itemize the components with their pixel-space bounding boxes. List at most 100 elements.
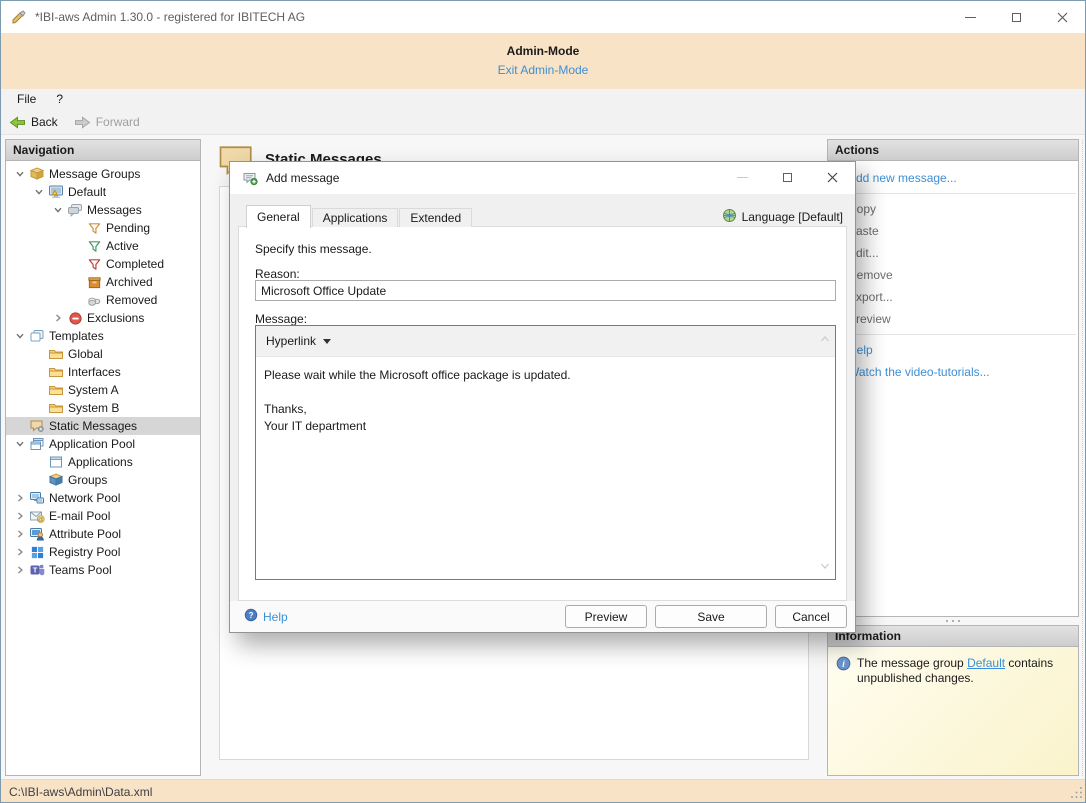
messages-icon	[66, 202, 84, 218]
close-button[interactable]	[1039, 1, 1085, 33]
scroll-down-icon[interactable]	[820, 559, 830, 573]
information-panel: Information i The message group Default …	[827, 617, 1079, 776]
reason-input[interactable]	[255, 280, 836, 301]
chevron-right-icon[interactable]	[12, 565, 28, 575]
dialog-minimize-button[interactable]	[720, 162, 765, 193]
nav-item-applications[interactable]: Applications	[6, 453, 200, 471]
nav-item-application-pool[interactable]: Application Pool	[6, 435, 200, 453]
nav-item-active[interactable]: Active	[6, 237, 200, 255]
nav-item-pending[interactable]: Pending	[6, 219, 200, 237]
language-label: Language [Default]	[742, 210, 843, 224]
panel-edge-splitter[interactable]	[1082, 139, 1083, 776]
svg-text:@: @	[38, 517, 43, 523]
back-label: Back	[31, 115, 58, 129]
actions-header: Actions	[827, 139, 1079, 161]
language-selector[interactable]: Language [Default]	[722, 208, 843, 226]
scroll-up-icon[interactable]	[820, 332, 830, 346]
nav-item-message-groups[interactable]: Message Groups	[6, 165, 200, 183]
chevron-right-icon[interactable]	[12, 529, 28, 539]
action-edit[interactable]: Edit...	[828, 242, 1078, 264]
back-arrow-icon	[9, 115, 26, 130]
save-button[interactable]: Save	[655, 605, 767, 628]
minimize-icon	[965, 17, 976, 18]
templates-icon	[28, 328, 46, 344]
dialog-maximize-button[interactable]	[765, 162, 810, 193]
nav-item-email-pool[interactable]: @ E-mail Pool	[6, 507, 200, 525]
action-export[interactable]: Export...	[828, 286, 1078, 308]
dialog-help-link[interactable]: ? Help	[244, 608, 288, 625]
nav-item-registry-pool[interactable]: Registry Pool	[6, 543, 200, 561]
help-icon: ?	[244, 608, 258, 625]
forward-arrow-icon	[74, 115, 91, 130]
action-add-new-message[interactable]: Add new message...	[828, 167, 1078, 189]
menu-file[interactable]: File	[7, 89, 46, 110]
message-text[interactable]: Please wait while the Microsoft office p…	[256, 357, 835, 435]
nav-item-exclusions[interactable]: Exclusions	[6, 309, 200, 327]
nav-item-teams-pool[interactable]: T Teams Pool	[6, 561, 200, 579]
forward-button[interactable]: Forward	[66, 110, 148, 134]
chevron-down-icon[interactable]	[12, 439, 28, 449]
nav-item-completed[interactable]: Completed	[6, 255, 200, 273]
chevron-down-icon[interactable]	[50, 205, 66, 215]
nav-item-templates[interactable]: Templates	[6, 327, 200, 345]
exit-admin-mode-link[interactable]: Exit Admin-Mode	[1, 63, 1085, 77]
folder-icon	[47, 400, 65, 416]
back-button[interactable]: Back	[1, 110, 66, 134]
nav-item-system-a[interactable]: System A	[6, 381, 200, 399]
action-preview[interactable]: Preview	[828, 308, 1078, 330]
action-paste[interactable]: Paste	[828, 220, 1078, 242]
forward-label: Forward	[96, 115, 140, 129]
nav-item-network-pool[interactable]: Network Pool	[6, 489, 200, 507]
preview-button[interactable]: Preview	[565, 605, 647, 628]
chevron-down-icon[interactable]	[12, 331, 28, 341]
general-tab-pane: Specify this message. Reason: Message: H…	[238, 226, 847, 601]
info-default-link[interactable]: Default	[967, 656, 1005, 670]
action-remove[interactable]: Remove	[828, 264, 1078, 286]
chevron-down-icon[interactable]	[12, 169, 28, 179]
chevron-down-icon[interactable]	[31, 187, 47, 197]
action-help[interactable]: Help	[828, 339, 1078, 361]
chevron-right-icon[interactable]	[50, 313, 66, 323]
action-copy[interactable]: Copy	[828, 198, 1078, 220]
information-header: Information	[827, 625, 1079, 647]
nav-item-removed[interactable]: Removed	[6, 291, 200, 309]
menu-help[interactable]: ?	[46, 89, 73, 110]
add-message-dialog: Add message General Applications Extende…	[229, 161, 856, 633]
information-message: i The message group Default contains unp…	[827, 647, 1079, 776]
nav-item-static-messages[interactable]: Static Messages	[6, 417, 200, 435]
folder-icon	[47, 364, 65, 380]
maximize-button[interactable]	[993, 1, 1039, 33]
tab-general[interactable]: General	[246, 205, 311, 228]
title-bar: *IBI-aws Admin 1.30.0 - registered for I…	[1, 1, 1085, 33]
tab-applications[interactable]: Applications	[312, 208, 399, 227]
style-dropdown[interactable]: Hyperlink	[256, 334, 331, 348]
nav-item-groups[interactable]: Groups	[6, 471, 200, 489]
nav-item-attribute-pool[interactable]: Attribute Pool	[6, 525, 200, 543]
attribute-pool-icon	[28, 526, 46, 542]
action-watch-video-tutorials[interactable]: Watch the video-tutorials...	[828, 361, 1078, 383]
chevron-right-icon[interactable]	[12, 547, 28, 557]
exclusions-icon	[66, 311, 84, 326]
resize-grip[interactable]	[1070, 786, 1083, 802]
navigation-panel: Navigation Message Groups Default	[5, 139, 201, 776]
chevron-right-icon[interactable]	[12, 511, 28, 521]
navigation-tree: Message Groups Default Messages	[5, 161, 201, 776]
nav-item-messages[interactable]: Messages	[6, 201, 200, 219]
chevron-right-icon[interactable]	[12, 493, 28, 503]
reason-label: Reason:	[255, 267, 300, 281]
cancel-button[interactable]: Cancel	[775, 605, 847, 628]
actions-panel: Actions Add new message... Copy Paste Ed…	[827, 139, 1079, 617]
static-messages-icon	[28, 418, 46, 434]
nav-item-archived[interactable]: Archived	[6, 273, 200, 291]
panel-splitter-handle[interactable]	[827, 617, 1079, 625]
dialog-close-button[interactable]	[810, 162, 855, 193]
nav-item-system-b[interactable]: System B	[6, 399, 200, 417]
nav-item-global[interactable]: Global	[6, 345, 200, 363]
menu-bar: File ?	[1, 89, 1085, 110]
minimize-button[interactable]	[947, 1, 993, 33]
nav-item-default[interactable]: Default	[6, 183, 200, 201]
nav-item-interfaces[interactable]: Interfaces	[6, 363, 200, 381]
message-label: Message:	[255, 312, 307, 326]
message-editor[interactable]: Hyperlink Please wait while the Microsof…	[255, 325, 836, 580]
tab-extended[interactable]: Extended	[399, 208, 472, 227]
